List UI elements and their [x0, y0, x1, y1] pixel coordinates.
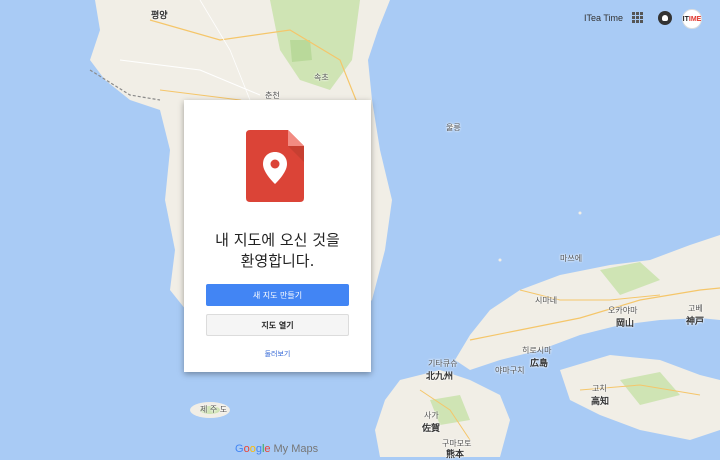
google-my-maps-logo: Google My Maps	[235, 443, 319, 455]
map-label-kochi-kana: 고치	[592, 384, 607, 393]
map-label-kochi: 高知	[591, 397, 610, 407]
browse-link[interactable]: 둘러보기	[184, 349, 371, 359]
map-label-saga: 佐賀	[422, 424, 441, 434]
map-label-kobe-kana: 고베	[688, 304, 703, 313]
account-avatar[interactable]: IT IME	[682, 9, 702, 29]
apps-grid-icon[interactable]	[632, 12, 643, 23]
map-label-kitakyushu: 北九州	[426, 372, 454, 382]
map-label-ulleung: 울릉	[446, 123, 461, 132]
brand-product-name: My Maps	[273, 443, 319, 455]
welcome-line-2: 환영합니다.	[240, 252, 315, 270]
map-label-matsue: 마쓰에	[560, 254, 583, 263]
open-map-button[interactable]: 지도 열기	[206, 314, 349, 336]
account-name-link[interactable]: ITea Time	[584, 13, 623, 23]
create-new-map-button[interactable]: 새 지도 만들기	[206, 284, 349, 306]
avatar-text-red: IME	[688, 15, 702, 23]
map-label-hiroshima-kana: 히로시마	[522, 346, 552, 355]
welcome-heading: 내 지도에 오신 것을 환영합니다.	[184, 230, 371, 272]
map-label-yamaguchi: 야마구치	[495, 366, 525, 375]
map-label-kitakyushu-kana: 기타큐슈	[428, 359, 458, 368]
notifications-icon[interactable]	[658, 11, 672, 25]
map-label-kobe: 神戸	[686, 317, 705, 327]
map-label-hiroshima: 広島	[530, 359, 549, 369]
welcome-dialog: 내 지도에 오신 것을 환영합니다. 새 지도 만들기 지도 열기 둘러보기	[184, 100, 371, 372]
map-label-sokcho: 속초	[314, 73, 329, 82]
map-label-shimane: 시마네	[535, 296, 558, 305]
welcome-line-1: 내 지도에 오신 것을	[215, 231, 340, 249]
map-label-pyongyang: 평양	[151, 11, 168, 21]
map-label-saga-kana: 사가	[424, 411, 439, 420]
map-label-okayama: 岡山	[616, 319, 635, 329]
map-label-okayama-kana: 오카야마	[608, 306, 638, 315]
map-label-jeju: 제 주 도	[200, 405, 228, 414]
map-label-kumamoto: 熊本	[446, 450, 465, 460]
my-maps-document-pin-icon	[246, 130, 304, 202]
